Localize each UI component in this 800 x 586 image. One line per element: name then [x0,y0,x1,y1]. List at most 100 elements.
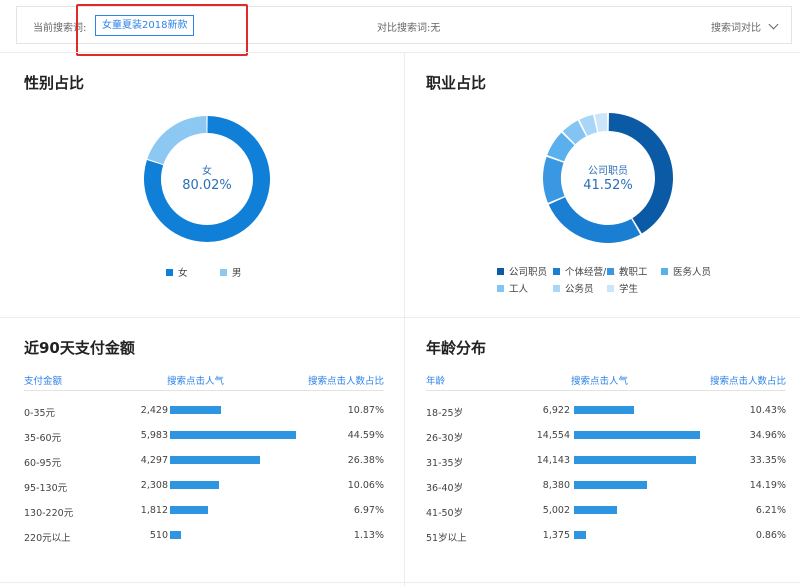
row-share: 33.35% [749,455,786,466]
legend-swatch [497,285,504,292]
gender-center-label: 女 [202,166,212,177]
row-label: 31-35岁 [426,458,464,469]
row-popularity: 510 [149,530,168,541]
row-popularity: 1,812 [140,505,168,516]
row-popularity: 14,554 [536,430,570,441]
legend-label: 公务员 [565,284,594,295]
popularity-bar [574,406,634,414]
table-row: 18-25岁 6,922 10.43% [426,398,786,423]
column-header[interactable]: 搜索点击人数占比 [710,373,786,387]
row-popularity: 5,002 [542,505,570,516]
row-label: 36-40岁 [426,483,464,494]
legend-swatch [607,268,614,275]
table-row: 41-50岁 5,002 6.21% [426,498,786,523]
legend-label: 医务人员 [673,267,712,278]
row-label: 220元以上 [24,533,71,544]
legend-item-medical[interactable]: 医务人员 [661,264,711,278]
age-table: 年龄 搜索点击人气 搜索点击人数占比 18-25岁 6,922 10.43% 26-3… [426,373,786,548]
legend-label: 女 [178,268,188,279]
payment-table: 支付金额 搜索点击人气 搜索点击人数占比 0-35元 2,429 10.87% 35-… [24,373,384,548]
table-row: 220元以上 510 1.13% [24,523,384,548]
row-share: 1.13% [353,530,384,541]
gender-center-value: 80.02% [182,178,232,193]
legend-label: 学生 [619,284,639,295]
row-share: 34.96% [749,430,786,441]
column-header[interactable]: 搜索点击人数占比 [308,373,384,387]
compare-button-label: 搜索词对比 [711,23,761,34]
divider [0,582,800,583]
row-share: 10.06% [347,480,384,491]
row-label: 41-50岁 [426,508,464,519]
table-row: 31-35岁 14,143 33.35% [426,448,786,473]
legend-item-self-employed[interactable]: 个体经营/... [553,264,615,278]
compare-keyword-label: 对比搜索词:无 [377,23,441,34]
table-row: 0-35元 2,429 10.87% [24,398,384,423]
table-body: 0-35元 2,429 10.87% 35-60元 5,983 44.59% 60-95元 4… [24,391,384,548]
legend-swatch [220,269,227,276]
column-header[interactable]: 搜索点击人气 [571,373,628,387]
table-header: 年龄 搜索点击人气 搜索点击人数占比 [426,373,786,391]
row-label: 18-25岁 [426,408,464,419]
occupation-donut-center: 公司职员 41.52% [568,162,648,193]
row-popularity: 4,297 [140,455,168,466]
legend-item-company-staff[interactable]: 公司职员 [497,264,547,278]
legend-item-worker[interactable]: 工人 [497,281,528,295]
table-row: 130-220元 1,812 6.97% [24,498,384,523]
row-share: 14.19% [749,480,786,491]
table-row: 60-95元 4,297 26.38% [24,448,384,473]
legend-item-female[interactable]: 女 [166,265,188,279]
table-row: 26-30岁 14,554 34.96% [426,423,786,448]
gender-title: 性别占比 [24,74,85,92]
row-popularity: 2,308 [140,480,168,491]
row-share: 26.38% [347,455,384,466]
popularity-bar [170,481,219,489]
highlight-annotation [76,4,248,56]
occupation-center-value: 41.52% [583,178,633,193]
popularity-bar [170,431,296,439]
divider [0,52,800,53]
legend-swatch [607,285,614,292]
table-body: 18-25岁 6,922 10.43% 26-30岁 14,554 34.96% 31-35… [426,391,786,548]
table-row: 36-40岁 8,380 14.19% [426,473,786,498]
donut-slice[interactable] [543,156,565,203]
row-popularity: 1,375 [542,530,570,541]
popularity-bar [574,431,700,439]
table-row: 51岁以上 1,375 0.86% [426,523,786,548]
row-share: 6.97% [353,505,384,516]
popularity-bar [170,456,261,464]
legend-swatch [553,285,560,292]
column-header[interactable]: 搜索点击人气 [167,373,224,387]
legend-label: 男 [232,268,242,279]
legend-item-civil-servant[interactable]: 公务员 [553,281,594,295]
row-label: 95-130元 [24,483,68,494]
popularity-bar [170,506,209,514]
table-row: 35-60元 5,983 44.59% [24,423,384,448]
donut-slice[interactable] [147,116,207,165]
row-popularity: 2,429 [140,405,168,416]
occupation-center-label: 公司职员 [588,166,628,177]
row-share: 6.21% [755,505,786,516]
row-share: 44.59% [347,430,384,441]
payment-title: 近90天支付金额 [24,339,135,357]
popularity-bar [574,506,618,514]
legend-swatch [166,269,173,276]
popularity-bar [574,531,586,539]
chevron-down-icon [768,19,779,30]
row-popularity: 6,922 [542,405,570,416]
legend-label: 教职工 [619,267,648,278]
legend-label: 工人 [509,284,529,295]
gender-donut-center: 女 80.02% [167,162,247,193]
legend-swatch [497,268,504,275]
column-header[interactable]: 年龄 [426,373,445,387]
column-header[interactable]: 支付金额 [24,373,62,387]
row-label: 26-30岁 [426,433,464,444]
row-popularity: 5,983 [140,430,168,441]
table-row: 95-130元 2,308 10.06% [24,473,384,498]
donut-slice[interactable] [548,197,641,243]
legend-swatch [553,268,560,275]
legend-item-teacher[interactable]: 教职工 [607,264,648,278]
legend-item-student[interactable]: 学生 [607,281,638,295]
compare-keyword-button[interactable]: 搜索词对比 [711,19,779,34]
legend-item-male[interactable]: 男 [220,265,242,279]
donut-slice[interactable] [594,113,608,132]
